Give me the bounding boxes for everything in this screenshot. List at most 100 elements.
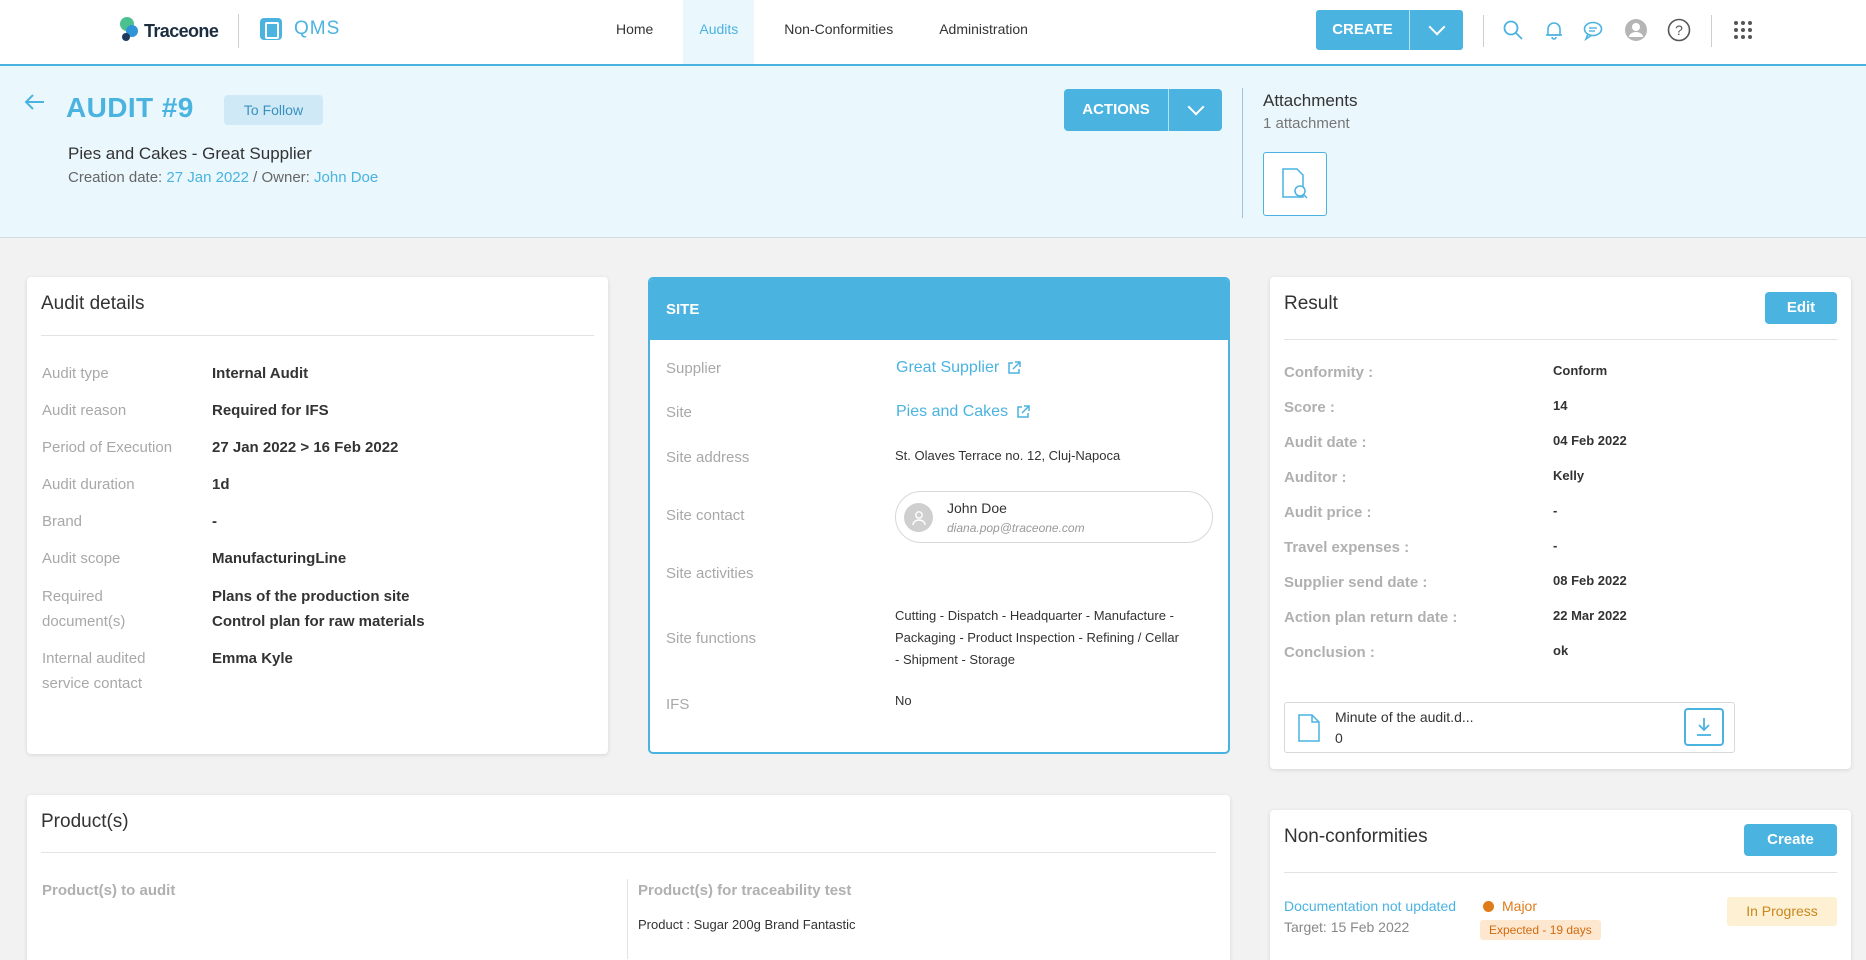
divider <box>41 335 594 336</box>
external-link-icon <box>1017 405 1030 418</box>
download-icon <box>1697 718 1711 736</box>
audit-details-title: Audit details <box>41 293 145 314</box>
site-link[interactable]: Pies and Cakes <box>896 403 1030 421</box>
help-icon[interactable]: ? <box>1666 17 1692 43</box>
owner-link[interactable]: John Doe <box>314 169 378 186</box>
site-contact-label: Site contact <box>666 507 745 524</box>
search-icon[interactable] <box>1500 17 1526 43</box>
main-nav: Home Audits Non-Conformities Administrat… <box>600 0 1058 64</box>
conclusion-label: Conclusion : <box>1284 644 1375 661</box>
traceone-logo-mark <box>118 16 142 46</box>
document-icon <box>1298 714 1320 742</box>
svg-text:?: ? <box>1675 22 1683 38</box>
products-to-audit-label: Product(s) to audit <box>42 882 176 899</box>
required-doc-item: Plans of the production site <box>212 588 410 605</box>
non-conformities-title: Non-conformities <box>1284 826 1428 847</box>
site-address-value: St. Olaves Terrace no. 12, Cluj-Napoca <box>895 448 1121 463</box>
app-name: QMS <box>294 18 341 39</box>
actions-dropdown-toggle[interactable] <box>1168 89 1222 131</box>
ifs-value: No <box>895 693 912 708</box>
qms-icon <box>260 18 282 40</box>
site-name: Pies and Cakes <box>896 403 1009 420</box>
required-docs-label: Required <box>42 588 103 605</box>
products-card: Product(s) Product(s) to audit Product(s… <box>27 795 1230 960</box>
audit-price-label: Audit price : <box>1284 504 1372 521</box>
traceone-logo[interactable]: Traceone <box>118 14 219 48</box>
non-conformity-link[interactable]: Documentation not updated <box>1284 898 1456 914</box>
qms-app-logo[interactable]: QMS <box>260 18 340 40</box>
create-button[interactable]: CREATE <box>1316 10 1463 50</box>
create-button-label: CREATE <box>1332 21 1393 38</box>
apps-grid-icon[interactable] <box>1730 17 1756 43</box>
bell-icon[interactable] <box>1541 17 1567 43</box>
user-icon[interactable] <box>1623 17 1649 43</box>
audit-scope-value: ManufacturingLine <box>212 550 347 567</box>
site-contact-chip[interactable]: John Doe diana.pop@traceone.com <box>895 491 1213 543</box>
conclusion-value: ok <box>1553 643 1569 658</box>
download-button[interactable] <box>1684 708 1724 746</box>
traceability-product-item: Product : Sugar 200g Brand Fantastic <box>638 917 856 932</box>
audit-meta: Creation date: 27 Jan 2022 / Owner: John… <box>68 169 378 186</box>
nav-non-conformities[interactable]: Non-Conformities <box>768 0 909 64</box>
creation-date-label: Creation date: <box>68 169 163 186</box>
travel-expenses-value: - <box>1553 538 1558 553</box>
period-value: 27 Jan 2022 > 16 Feb 2022 <box>212 439 399 456</box>
service-contact-label: service contact <box>42 675 143 692</box>
result-file[interactable]: Minute of the audit.d... 0 <box>1284 702 1735 753</box>
site-functions-label: Site functions <box>666 630 757 647</box>
create-dropdown-toggle[interactable] <box>1409 10 1463 50</box>
avatar <box>904 503 933 532</box>
page-title: AUDIT #9 <box>66 92 194 123</box>
audit-subtitle: Pies and Cakes - Great Supplier <box>68 144 312 163</box>
actions-button[interactable]: ACTIONS <box>1064 89 1222 131</box>
top-navigation-bar: Traceone QMS Home Audits Non-Conformitie… <box>0 0 1866 66</box>
attachments-title: Attachments <box>1263 91 1358 110</box>
audit-reason-value: Required for IFS <box>212 402 329 419</box>
edit-button[interactable]: Edit <box>1765 292 1837 324</box>
chat-icon[interactable] <box>1580 17 1606 43</box>
site-card-header: SITE <box>650 279 1228 340</box>
non-conformity-target: Target: 15 Feb 2022 <box>1284 919 1410 935</box>
attachment-preview-button[interactable] <box>1263 152 1327 216</box>
toolbar-divider <box>1483 15 1484 47</box>
supplier-link[interactable]: Great Supplier <box>896 359 1021 377</box>
chevron-down-icon <box>1187 98 1204 116</box>
auditor-value: Kelly <box>1553 468 1585 483</box>
external-link-icon <box>1008 361 1021 374</box>
creation-date-value: 27 Jan 2022 <box>166 169 249 186</box>
file-search-icon <box>1282 168 1308 199</box>
ifs-label: IFS <box>666 696 690 713</box>
action-plan-return-date-value: 22 Mar 2022 <box>1553 608 1627 623</box>
back-arrow-icon[interactable] <box>24 90 46 118</box>
divider <box>1284 339 1837 340</box>
severity-dot-icon <box>1483 900 1494 912</box>
supplier-name: Great Supplier <box>896 359 1000 376</box>
brand-value: - <box>212 513 217 530</box>
expected-badge: Expected - 19 days <box>1480 920 1601 940</box>
travel-expenses-label: Travel expenses : <box>1284 539 1410 556</box>
toolbar-divider <box>1711 15 1712 47</box>
conformity-value: Conform <box>1553 363 1608 378</box>
nav-administration[interactable]: Administration <box>923 0 1044 64</box>
period-label: Period of Execution <box>42 439 173 456</box>
required-docs-label: document(s) <box>42 613 126 630</box>
site-activities-label: Site activities <box>666 565 754 582</box>
logo-divider <box>238 14 239 48</box>
action-plan-return-date-label: Action plan return date : <box>1284 609 1458 626</box>
chevron-down-icon <box>1428 18 1445 36</box>
nav-audits[interactable]: Audits <box>683 0 755 64</box>
owner-label: / Owner: <box>253 169 310 186</box>
audit-date-label: Audit date : <box>1284 434 1367 451</box>
attachments-count: 1 attachment <box>1263 115 1350 132</box>
auditor-label: Auditor : <box>1284 469 1347 486</box>
audit-duration-label: Audit duration <box>42 476 135 493</box>
contact-name: John Doe <box>947 500 1007 516</box>
site-functions-line: Cutting - Dispatch - Headquarter - Manuf… <box>895 608 1174 623</box>
create-non-conformity-button[interactable]: Create <box>1744 824 1837 856</box>
brand-label: Brand <box>42 513 83 530</box>
site-label: Site <box>666 404 692 421</box>
severity-indicator: Major <box>1483 898 1537 914</box>
site-functions-line: - Shipment - Storage <box>895 652 1015 667</box>
audit-type-label: Audit type <box>42 365 109 382</box>
nav-home[interactable]: Home <box>600 0 669 64</box>
